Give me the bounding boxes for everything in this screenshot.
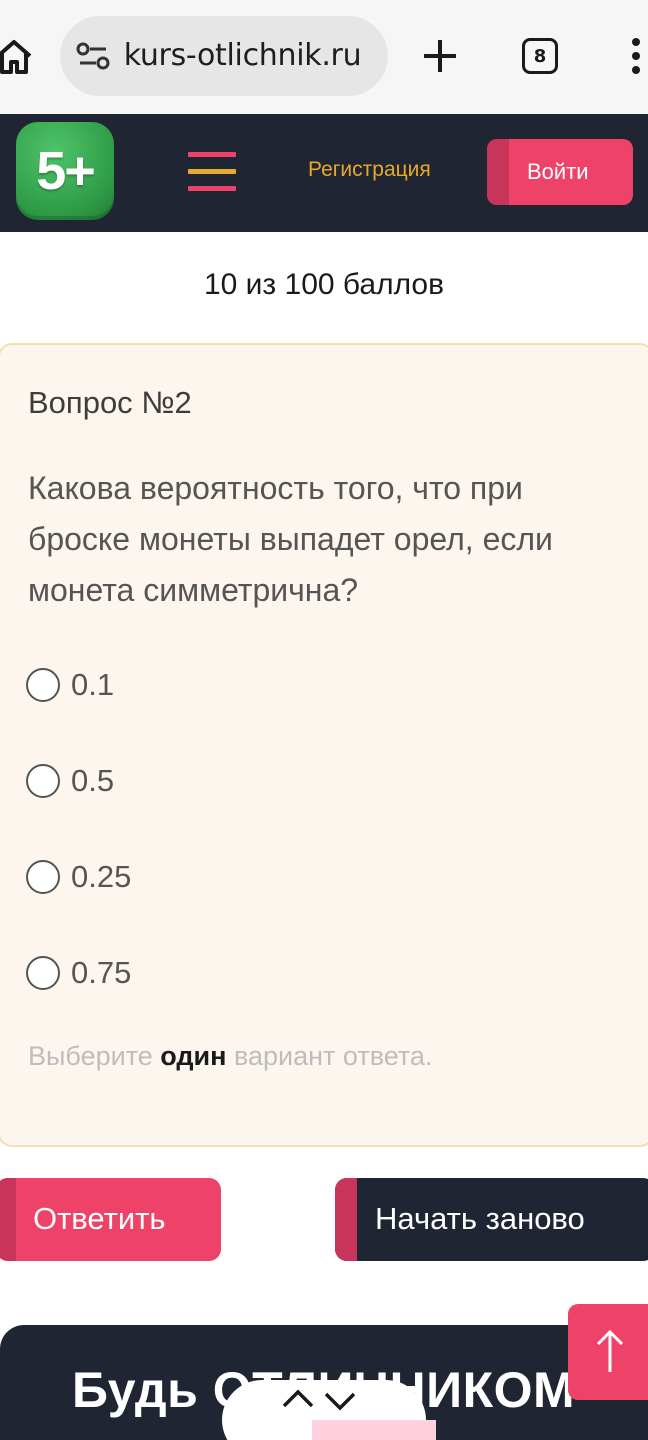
tab-count: 8	[533, 45, 547, 67]
score-text: 10 из 100 баллов	[203, 268, 445, 301]
scroll-top-button[interactable]	[568, 1304, 648, 1400]
login-button[interactable]: Войти	[487, 139, 633, 205]
chevron-up-icon	[282, 1389, 314, 1408]
option-label: 0.75	[71, 955, 132, 990]
answer-button[interactable]: Ответить	[0, 1178, 221, 1261]
radio-button[interactable]	[26, 764, 60, 798]
radio-button[interactable]	[26, 956, 60, 990]
new-tab-icon[interactable]	[420, 36, 460, 76]
tab-switcher-button[interactable]: 8	[522, 38, 558, 74]
hamburger-menu-icon[interactable]	[188, 152, 236, 192]
url-text: kurs-otlichnik.ru	[118, 38, 362, 73]
site-logo[interactable]: 5+	[16, 122, 114, 220]
answer-option[interactable]: 0.5	[26, 761, 114, 801]
browser-toolbar: kurs-otlichnik.ru 8	[0, 0, 648, 114]
option-label: 0.1	[71, 667, 115, 702]
hint-before: Выберите	[28, 1041, 161, 1071]
site-settings-icon[interactable]	[76, 42, 110, 70]
address-bar[interactable]: kurs-otlichnik.ru	[60, 16, 388, 96]
question-title: Вопрос №2	[28, 385, 192, 420]
hint-after: вариант ответа.	[226, 1041, 433, 1071]
answer-option[interactable]: 0.25	[26, 857, 131, 897]
option-label: 0.5	[71, 763, 115, 798]
restart-button[interactable]: Начать заново	[335, 1178, 648, 1261]
answer-option[interactable]: 0.1	[26, 665, 114, 705]
answer-label: Ответить	[33, 1201, 166, 1236]
logo-text: 5+	[36, 141, 96, 201]
bottom-highlight	[312, 1420, 436, 1440]
answer-hint: Выберите один вариант ответа.	[28, 1041, 432, 1072]
answer-option[interactable]: 0.75	[26, 953, 131, 993]
more-menu-icon[interactable]	[624, 36, 648, 76]
login-label: Войти	[527, 159, 589, 184]
question-card: Вопрос №2 Какова вероятность того, что п…	[0, 343, 648, 1147]
hint-bold: один	[160, 1041, 227, 1071]
question-text: Какова вероятность того, что при броске …	[28, 470, 553, 608]
chevron-down-icon	[324, 1392, 356, 1411]
option-label: 0.25	[71, 859, 132, 894]
arrow-up-icon	[596, 1329, 624, 1372]
home-icon[interactable]	[0, 34, 36, 78]
register-link[interactable]: Регистрация	[308, 158, 431, 182]
radio-button[interactable]	[26, 668, 60, 702]
radio-button[interactable]	[26, 860, 60, 894]
restart-label: Начать заново	[375, 1201, 585, 1236]
site-header: 5+ Регистрация Войти	[0, 114, 648, 232]
